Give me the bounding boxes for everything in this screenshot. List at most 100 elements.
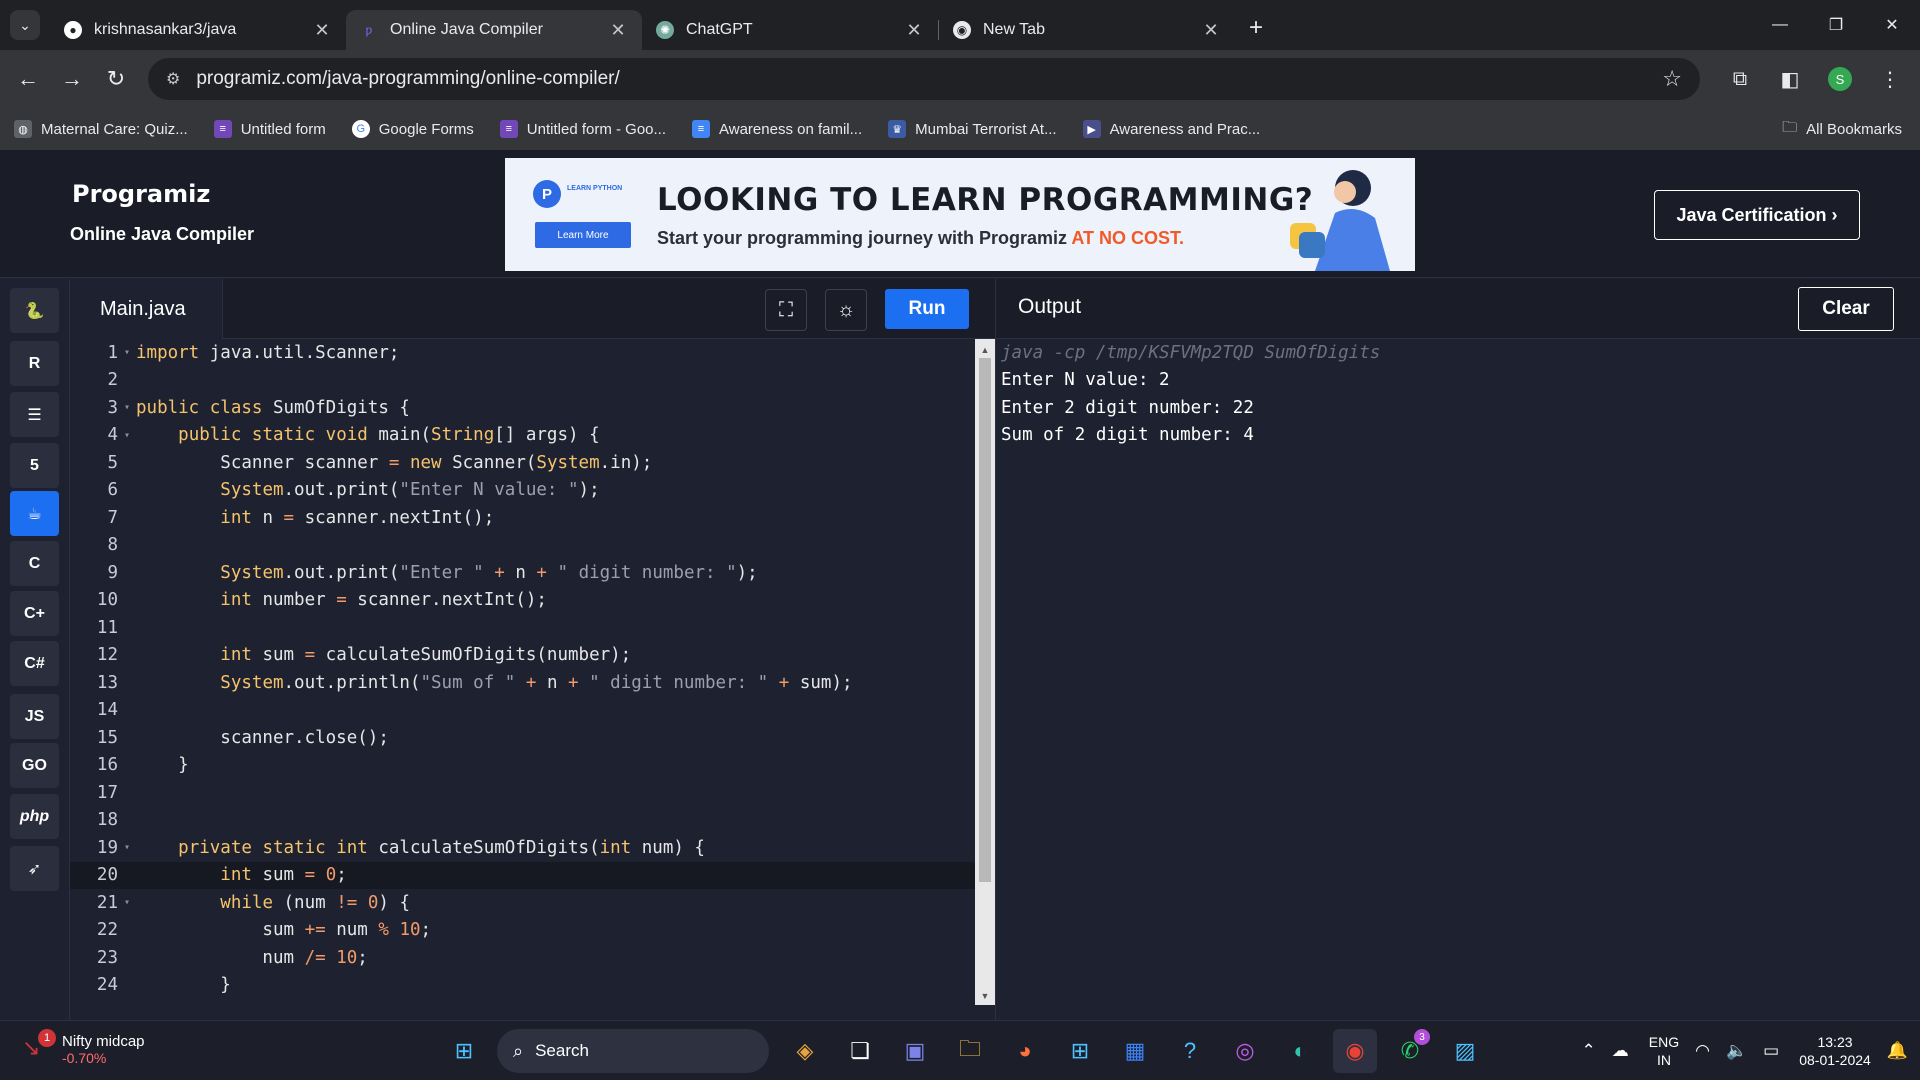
code-line[interactable]: 19 ▾ private static int calculateSumOfDig…: [70, 834, 975, 862]
side-panel-icon[interactable]: ◧: [1770, 59, 1810, 99]
language-indicator[interactable]: ENG IN: [1649, 1033, 1679, 1069]
code-line[interactable]: 22 sum += num % 10;: [70, 917, 975, 945]
theme-toggle-icon[interactable]: ☼: [825, 289, 867, 331]
volume-icon[interactable]: 🔈: [1726, 1041, 1747, 1061]
r-language-icon[interactable]: R: [10, 341, 59, 386]
site-info-icon[interactable]: ⚙: [166, 69, 180, 89]
bookmark-star-icon[interactable]: ☆: [1662, 66, 1682, 92]
onedrive-icon[interactable]: ☁: [1612, 1041, 1629, 1061]
whatsapp-icon[interactable]: ✆ 3: [1388, 1029, 1432, 1073]
file-tab-main-java[interactable]: Main.java: [70, 279, 223, 339]
edge-icon[interactable]: ◐: [1278, 1029, 1322, 1073]
taskbar-search[interactable]: ⌕ Search: [497, 1029, 769, 1073]
bookmark-item[interactable]: G Google Forms: [351, 120, 474, 138]
code-line[interactable]: 12 int sum = calculateSumOfDigits(number…: [70, 642, 975, 670]
chevron-up-icon[interactable]: ⌃: [1582, 1041, 1596, 1061]
windows-start-icon[interactable]: ⊞: [442, 1029, 486, 1073]
cpp-language-icon[interactable]: C+: [10, 591, 59, 636]
tab-new-tab[interactable]: ◉ New Tab ✕: [939, 10, 1235, 50]
photos-icon[interactable]: ▨: [1443, 1029, 1487, 1073]
help-icon[interactable]: ?: [1168, 1029, 1212, 1073]
code-line[interactable]: 9 System.out.print("Enter " + n + " digi…: [70, 559, 975, 587]
tab-github[interactable]: ● krishnasankar3/java ✕: [50, 10, 346, 50]
bookmark-item[interactable]: ♛ Mumbai Terrorist At...: [888, 120, 1057, 138]
csharp-language-icon[interactable]: C#: [10, 641, 59, 686]
stock-ticker-widget[interactable]: ↘ 1 Nifty midcap -0.70%: [22, 1029, 145, 1066]
fold-arrow-icon[interactable]: ▾: [118, 402, 136, 413]
minimize-icon[interactable]: —: [1752, 0, 1808, 50]
clear-button[interactable]: Clear: [1798, 287, 1894, 331]
html5-icon[interactable]: 5: [10, 443, 59, 488]
menu-icon[interactable]: ⋮: [1870, 59, 1910, 99]
profile-avatar[interactable]: S: [1820, 59, 1860, 99]
code-line[interactable]: 7 int n = scanner.nextInt();: [70, 504, 975, 532]
tab-search-button[interactable]: ⌄: [10, 10, 40, 40]
sql-database-icon[interactable]: ☰: [10, 392, 59, 437]
game-app-icon[interactable]: ◎: [1223, 1029, 1267, 1073]
code-line[interactable]: 11: [70, 614, 975, 642]
swift-language-icon[interactable]: ➶: [10, 846, 59, 891]
address-bar[interactable]: ⚙ programiz.com/java-programming/online-…: [148, 58, 1700, 100]
tab-online-java-compiler[interactable]: ƿ Online Java Compiler ✕: [346, 10, 642, 50]
code-line[interactable]: 6 System.out.print("Enter N value: ");: [70, 477, 975, 505]
restore-icon[interactable]: ❐: [1808, 0, 1864, 50]
java-certification-button[interactable]: Java Certification ›: [1654, 190, 1860, 240]
close-tab-icon[interactable]: ✕: [608, 20, 628, 41]
code-line[interactable]: 23 num /= 10;: [70, 944, 975, 972]
code-line[interactable]: 14: [70, 697, 975, 725]
code-editor[interactable]: 1 ▾ import java.util.Scanner; 2 3 ▾ public cla…: [70, 339, 975, 1020]
ad-banner[interactable]: P LEARN PYTHON Learn More LOOKING TO LEA…: [505, 158, 1415, 271]
output-console[interactable]: java -cp /tmp/KSFVMp2TQD SumOfDigits Ent…: [995, 339, 1920, 1020]
code-line[interactable]: 16 }: [70, 752, 975, 780]
firefox-icon[interactable]: ◕: [1003, 1029, 1047, 1073]
code-line[interactable]: 15 scanner.close();: [70, 724, 975, 752]
bookmark-item[interactable]: ≡ Untitled form: [213, 120, 326, 138]
go-language-icon[interactable]: GO: [10, 743, 59, 788]
fold-arrow-icon[interactable]: ▾: [118, 842, 136, 853]
code-line[interactable]: 2: [70, 367, 975, 395]
code-line[interactable]: 4 ▾ public static void main(String[] args…: [70, 422, 975, 450]
editor-scrollbar-thumb[interactable]: [979, 358, 991, 882]
code-line[interactable]: 5 Scanner scanner = new Scanner(System.i…: [70, 449, 975, 477]
bookmark-item[interactable]: ≡ Untitled form - Goo...: [499, 120, 666, 138]
run-button[interactable]: Run: [885, 289, 969, 329]
code-line[interactable]: 17: [70, 779, 975, 807]
extensions-icon[interactable]: ⧉: [1720, 59, 1760, 99]
ad-learn-more-button[interactable]: Learn More: [535, 222, 631, 248]
back-button[interactable]: ←: [6, 57, 50, 101]
battery-icon[interactable]: ▭: [1763, 1041, 1779, 1061]
close-tab-icon[interactable]: ✕: [1201, 20, 1221, 41]
close-tab-icon[interactable]: ✕: [312, 20, 332, 41]
fold-arrow-icon[interactable]: ▾: [118, 897, 136, 908]
bookmark-item[interactable]: ▶ Awareness and Prac...: [1082, 120, 1260, 138]
notification-bell-icon[interactable]: 🔔: [1887, 1041, 1908, 1061]
wifi-icon[interactable]: ◠: [1695, 1041, 1710, 1061]
chrome-taskbar-icon[interactable]: ◉: [1333, 1029, 1377, 1073]
mylio-app-icon[interactable]: ▦: [1113, 1029, 1157, 1073]
code-line[interactable]: 1 ▾ import java.util.Scanner;: [70, 339, 975, 367]
fullscreen-icon[interactable]: ⛶: [765, 289, 807, 331]
copilot-icon[interactable]: ◈: [783, 1029, 827, 1073]
python-language-icon[interactable]: 🐍: [10, 288, 59, 333]
code-line[interactable]: 13 System.out.println("Sum of " + n + " …: [70, 669, 975, 697]
javascript-language-icon[interactable]: JS: [10, 694, 59, 739]
code-line[interactable]: 24 }: [70, 972, 975, 1000]
code-line[interactable]: 3 ▾ public class SumOfDigits {: [70, 394, 975, 422]
tab-chatgpt[interactable]: ✺ ChatGPT ✕: [642, 10, 938, 50]
fold-arrow-icon[interactable]: ▾: [118, 347, 136, 358]
java-language-icon[interactable]: ☕: [10, 491, 59, 536]
forward-button[interactable]: →: [50, 57, 94, 101]
fold-arrow-icon[interactable]: ▾: [118, 430, 136, 441]
teams-meet-icon[interactable]: ▣: [893, 1029, 937, 1073]
scroll-up-icon[interactable]: ▲: [975, 341, 995, 359]
programiz-logo[interactable]: Programiz: [72, 180, 210, 208]
all-bookmarks-button[interactable]: 🗀 All Bookmarks: [1782, 117, 1902, 142]
php-language-icon[interactable]: php: [10, 794, 59, 839]
file-explorer-icon[interactable]: 🗀: [948, 1029, 992, 1073]
code-line[interactable]: 21 ▾ while (num != 0) {: [70, 889, 975, 917]
close-tab-icon[interactable]: ✕: [904, 20, 924, 41]
code-line[interactable]: 10 int number = scanner.nextInt();: [70, 587, 975, 615]
scroll-down-icon[interactable]: ▼: [975, 987, 995, 1005]
clock[interactable]: 13:23 08-01-2024: [1799, 1033, 1871, 1069]
c-language-icon[interactable]: C: [10, 541, 59, 586]
